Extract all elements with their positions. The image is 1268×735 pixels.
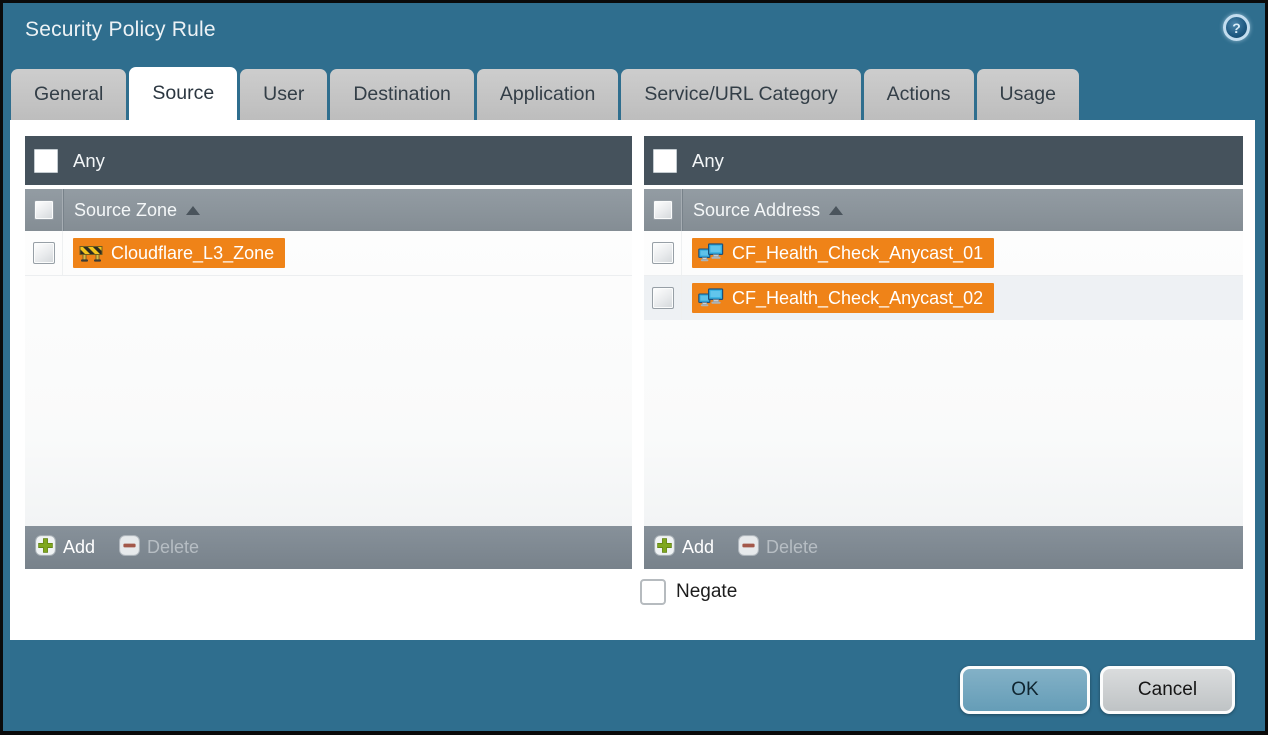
add-icon — [654, 535, 675, 561]
source-address-panel: Any Source Address CF_Health_Check_Anyca… — [644, 136, 1243, 569]
source-address-column-title: Source Address — [693, 200, 820, 221]
zone-icon — [79, 243, 103, 263]
tab-service-url-category[interactable]: Service/URL Category — [621, 69, 860, 120]
source-zone-any-label: Any — [73, 150, 105, 172]
address-icon — [698, 242, 724, 265]
tab-usage[interactable]: Usage — [977, 69, 1079, 120]
sort-asc-icon[interactable] — [829, 206, 843, 215]
list-item: Cloudflare_L3_Zone — [25, 231, 632, 276]
ok-button[interactable]: OK — [960, 666, 1090, 714]
source-address-select-all-checkbox[interactable] — [653, 200, 673, 220]
object-label: CF_Health_Check_Anycast_01 — [732, 243, 983, 264]
add-icon — [35, 535, 56, 561]
source-zone-any-checkbox[interactable] — [34, 149, 58, 173]
source-address-list: CF_Health_Check_Anycast_01 CF_Health_Chec… — [644, 231, 1243, 526]
list-item: CF_Health_Check_Anycast_01 — [644, 231, 1243, 276]
object-chip[interactable]: Cloudflare_L3_Zone — [73, 238, 285, 268]
address-icon — [698, 287, 724, 310]
source-zone-list: Cloudflare_L3_Zone — [25, 231, 632, 526]
negate-option: Negate — [640, 579, 737, 605]
sort-asc-icon[interactable] — [186, 206, 200, 215]
list-item: CF_Health_Check_Anycast_02 — [644, 276, 1243, 320]
tab-actions[interactable]: Actions — [864, 69, 974, 120]
source-zone-delete-button[interactable]: Delete — [119, 535, 199, 561]
tab-bar: General Source User Destination Applicat… — [11, 66, 1079, 120]
row-checkbox[interactable] — [652, 287, 674, 309]
dialog-title: Security Policy Rule — [25, 18, 216, 42]
object-chip[interactable]: CF_Health_Check_Anycast_01 — [692, 238, 994, 268]
source-address-any-bar: Any — [644, 136, 1243, 185]
source-zone-column-header[interactable]: Source Zone — [25, 189, 632, 231]
source-zone-select-all-checkbox[interactable] — [34, 200, 54, 220]
negate-checkbox[interactable] — [640, 579, 666, 605]
row-checkbox[interactable] — [33, 242, 55, 264]
source-zone-column-title: Source Zone — [74, 200, 177, 221]
source-zone-add-button[interactable]: Add — [35, 535, 95, 561]
delete-icon — [738, 535, 759, 561]
tab-general[interactable]: General — [11, 69, 126, 120]
source-address-add-button[interactable]: Add — [654, 535, 714, 561]
security-policy-rule-dialog: Security Policy Rule ? General Source Us… — [3, 3, 1265, 731]
source-address-delete-button[interactable]: Delete — [738, 535, 818, 561]
negate-label: Negate — [676, 581, 737, 603]
source-address-column-header[interactable]: Source Address — [644, 189, 1243, 231]
source-zone-any-bar: Any — [25, 136, 632, 185]
delete-icon — [119, 535, 140, 561]
cancel-button[interactable]: Cancel — [1100, 666, 1235, 714]
row-checkbox[interactable] — [652, 242, 674, 264]
source-address-any-checkbox[interactable] — [653, 149, 677, 173]
source-address-footer: Add Delete — [644, 526, 1243, 569]
source-zone-panel: Any Source Zone Cloudflare_L3_Zone Add D… — [25, 136, 632, 569]
source-zone-footer: Add Delete — [25, 526, 632, 569]
object-chip[interactable]: CF_Health_Check_Anycast_02 — [692, 283, 994, 313]
source-tab-content: Any Source Zone Cloudflare_L3_Zone Add D… — [10, 120, 1255, 640]
source-address-any-label: Any — [692, 150, 724, 172]
tab-user[interactable]: User — [240, 69, 327, 120]
tab-source[interactable]: Source — [129, 67, 237, 120]
help-icon[interactable]: ? — [1223, 14, 1250, 41]
object-label: Cloudflare_L3_Zone — [111, 243, 274, 264]
tab-application[interactable]: Application — [477, 69, 618, 120]
object-label: CF_Health_Check_Anycast_02 — [732, 288, 983, 309]
tab-destination[interactable]: Destination — [330, 69, 474, 120]
